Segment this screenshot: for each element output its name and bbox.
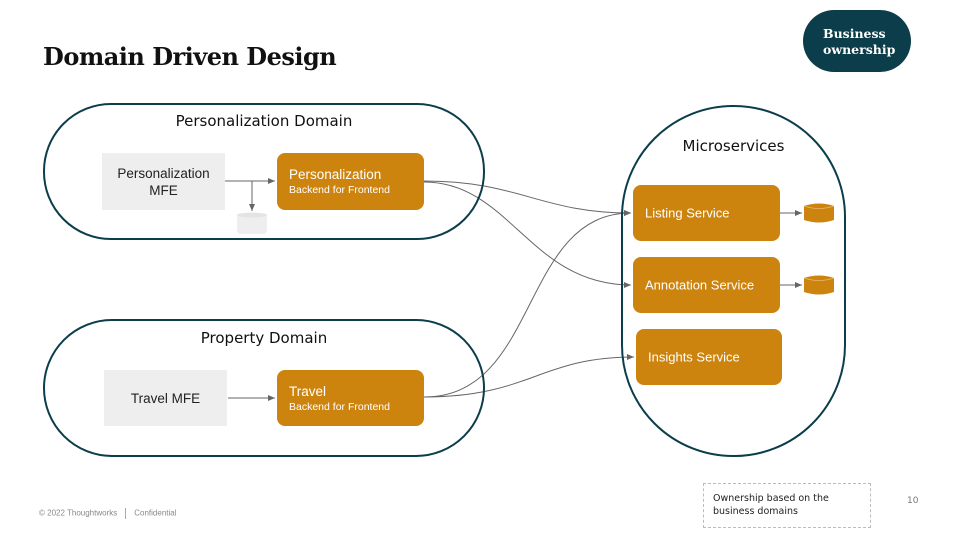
annotation-service: Annotation Service — [633, 257, 780, 313]
note-line-1: Ownership based on the — [713, 493, 829, 504]
personalization-mfe-line1: Personalization — [117, 165, 210, 181]
footer: © 2022 Thoughtworks Confidential — [39, 508, 177, 519]
personalization-mfe: Personalization MFE — [102, 153, 225, 210]
travel-bff: Travel Backend for Frontend — [277, 370, 424, 426]
annotation-service-label: Annotation Service — [645, 277, 755, 293]
personalization-bff-subtitle: Backend for Frontend — [289, 184, 390, 196]
personalization-domain-title: Personalization Domain — [175, 112, 353, 130]
listing-service: Listing Service — [633, 185, 780, 241]
personalization-mfe-line2: MFE — [149, 182, 178, 198]
copyright: © 2022 Thoughtworks — [39, 508, 118, 518]
page-number: 10 — [907, 496, 919, 506]
note-line-2: business domains — [713, 506, 798, 517]
listing-service-label: Listing Service — [645, 205, 730, 221]
travel-mfe: Travel MFE — [104, 370, 227, 426]
confidential-label: Confidential — [134, 508, 177, 518]
travel-mfe-label: Travel MFE — [130, 390, 201, 406]
personalization-bff-title: Personalization — [289, 167, 382, 182]
ownership-note: Ownership based on the business domains — [703, 483, 871, 528]
insights-service-label: Insights Service — [648, 349, 740, 365]
property-domain-title: Property Domain — [200, 329, 328, 347]
footer-divider — [125, 508, 127, 519]
travel-bff-title: Travel — [289, 384, 327, 399]
travel-bff-subtitle: Backend for Frontend — [289, 401, 390, 413]
insights-service: Insights Service — [636, 329, 782, 385]
personalization-bff: Personalization Backend for Frontend — [277, 153, 424, 210]
microservices-title: Microservices — [682, 137, 785, 155]
